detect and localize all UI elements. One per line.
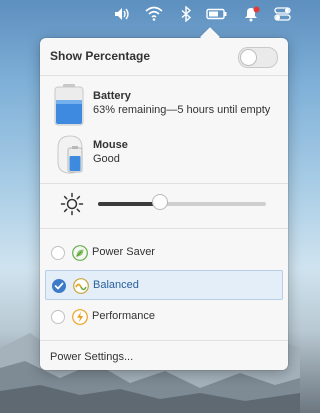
leaf-icon [72,245,88,261]
brightness-icon [60,192,84,216]
battery-name: Battery [93,90,131,102]
lightning-icon [72,309,88,325]
radio-button-checked[interactable] [52,279,66,293]
toggle-knob [240,49,257,66]
check-icon [54,282,64,290]
show-percentage-label: Show Percentage [50,49,151,63]
power-mode-label: Power Saver [92,246,155,258]
divider [40,340,288,341]
mouse-status: Good [93,153,120,165]
radio-button[interactable] [51,310,65,324]
top-bar [0,0,300,28]
brightness-slider-track[interactable] [98,202,266,206]
power-mode-performance[interactable]: Performance [45,302,283,332]
settings-toggle-icon[interactable] [274,6,292,22]
show-percentage-toggle[interactable] [238,47,278,68]
power-mode-label: Performance [92,310,155,322]
divider [40,183,288,184]
divider [40,228,288,229]
mouse-name: Mouse [93,139,128,151]
power-settings-link[interactable]: Power Settings... [50,351,133,363]
power-mode-balanced[interactable]: Balanced [45,270,283,300]
battery-level-icon [54,84,84,126]
radio-button[interactable] [51,246,65,260]
popover-arrow [200,27,220,47]
battery-status: 63% remaining—5 hours until empty [93,104,271,116]
divider [40,75,288,76]
power-mode-power-saver[interactable]: Power Saver [45,238,283,268]
power-menu-popover: Show Percentage Battery 63% remaining—5 … [40,27,288,370]
brightness-slider-fill [98,202,161,206]
volume-icon[interactable] [113,6,131,22]
wifi-icon[interactable] [145,6,163,22]
power-mode-label: Balanced [93,279,139,291]
balance-icon [73,278,89,294]
bluetooth-icon[interactable] [177,6,195,22]
notifications-icon[interactable] [242,6,260,22]
brightness-slider-thumb[interactable] [152,194,169,210]
mouse-battery-icon [57,135,83,174]
battery-icon[interactable] [206,6,228,22]
